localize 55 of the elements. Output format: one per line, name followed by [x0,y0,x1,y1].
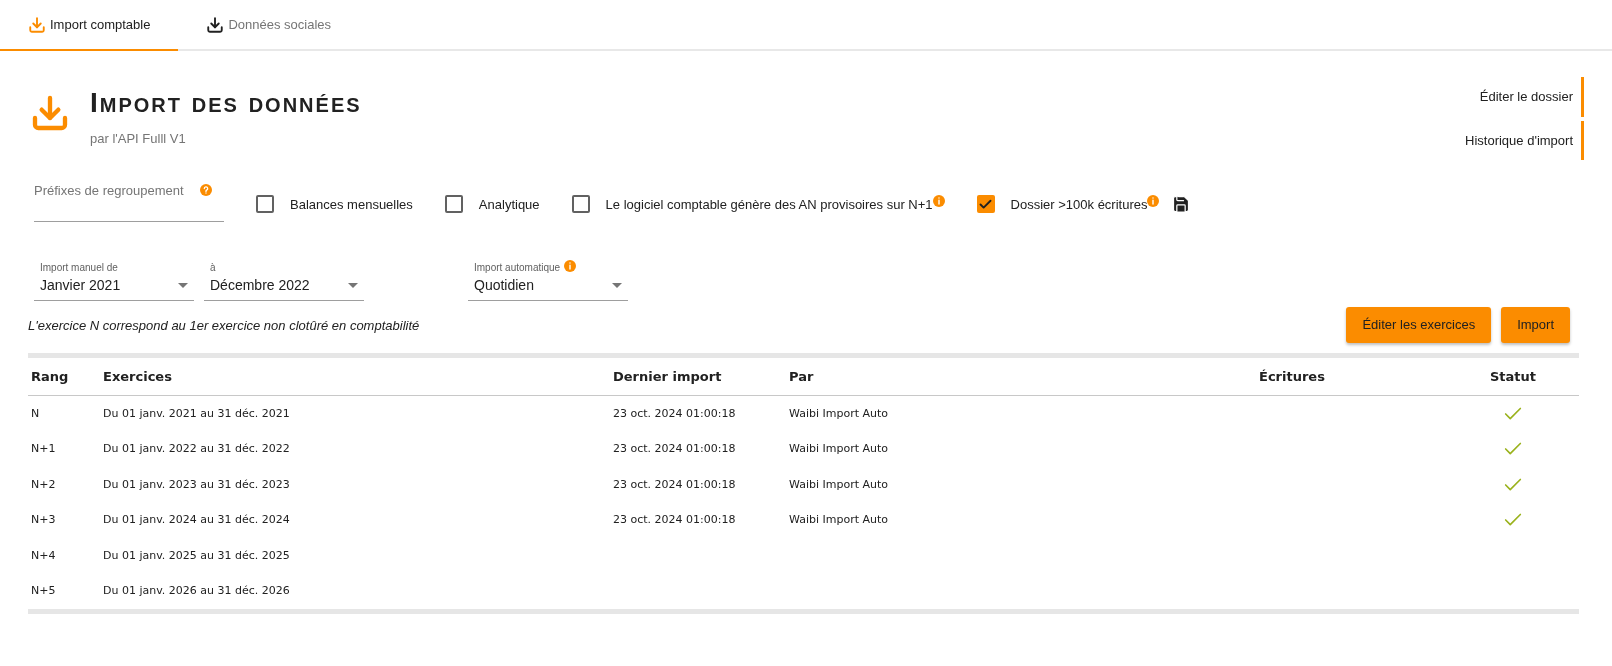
table-cell: Waibi Import Auto [789,406,889,420]
column-header: Exercices [103,367,173,386]
table-cell-text: N+4 [31,547,57,564]
checkbox[interactable] [256,195,274,214]
table-cell-text: Du 01 janv. 2023 au 31 déc. 2023 [103,476,291,493]
page-subtitle: par l'API Fulll V1 [90,130,187,148]
action-button[interactable]: Éditer les exercices [1346,307,1492,343]
dropdown-caret-icon [612,283,622,288]
table-cell-text: N+1 [31,441,57,457]
column-header: Rang [31,367,70,386]
action-button[interactable]: Import [1501,307,1570,343]
checkbox-label: Balances mensuelles [290,195,413,214]
table-cell-text: Du 01 janv. 2021 au 31 déc. 2021 [103,405,291,422]
checkbox[interactable] [444,195,463,214]
checkbox-label: Le logiciel comptable génère des AN provisoires sur N+1 [605,195,933,214]
download-icon [206,15,225,34]
table-cell: 23 oct. 2024 01:00:18 [613,513,736,526]
checkbox[interactable] [976,195,995,214]
side-link[interactable]: Éditer le dossier [1479,77,1584,117]
help-icon [200,184,212,196]
dropdown-caret-icon [178,283,188,288]
checkbox[interactable] [571,195,590,214]
table-cell: 23 oct. 2024 01:00:18 [613,477,736,491]
download-icon [28,15,46,34]
table-cell-text: N+2 [31,476,57,493]
table-cell-text: N+3 [31,512,57,528]
save-icon [1171,194,1192,214]
tab[interactable]: Données sociales [178,0,360,51]
select-field[interactable]: Import manuel de Janvier 2021 [34,256,194,301]
table-cell-text: Du 01 janv. 2026 au 31 déc. 2026 [103,583,291,599]
column-header: Écritures [1258,367,1326,386]
table-cell: Waibi Import Auto [789,477,889,491]
checkbox-label: Analytique [478,195,540,214]
table-cell: 23 oct. 2024 01:00:18 [613,406,736,420]
table-cell: 23 oct. 2024 01:00:18 [613,442,736,455]
page-title: Import des données [90,89,362,117]
column-header: Dernier import [613,367,723,386]
column-header: Statut [1488,367,1537,386]
dropdown-caret-icon [348,283,358,288]
select-field[interactable]: à Décembre 2022 [204,256,364,301]
table-cell-text: Du 01 janv. 2025 au 31 déc. 2025 [103,547,291,564]
table-cell-text: Du 01 janv. 2022 au 31 déc. 2022 [103,441,291,457]
table-cell: Waibi Import Auto [789,513,889,526]
side-link[interactable]: Historique d'import [1465,120,1584,160]
select-field[interactable]: Import automatique Quotidien [468,256,628,301]
table-cell-text: Du 01 janv. 2024 au 31 déc. 2024 [103,512,291,528]
table-cell: Waibi Import Auto [789,442,889,455]
prefix-field[interactable]: Préfixes de regroupement [34,178,224,222]
tab[interactable]: Import comptable [0,0,179,51]
checkbox-label: Dossier >100k écritures [1010,195,1148,214]
table-cell-text: N [31,405,41,422]
column-header: Par [789,367,815,386]
download-icon [30,93,70,133]
table-cell-text: N+5 [31,583,57,599]
note-text: L'exercice N correspond au 1er exercice non clotûré en comptabilité [28,316,420,335]
